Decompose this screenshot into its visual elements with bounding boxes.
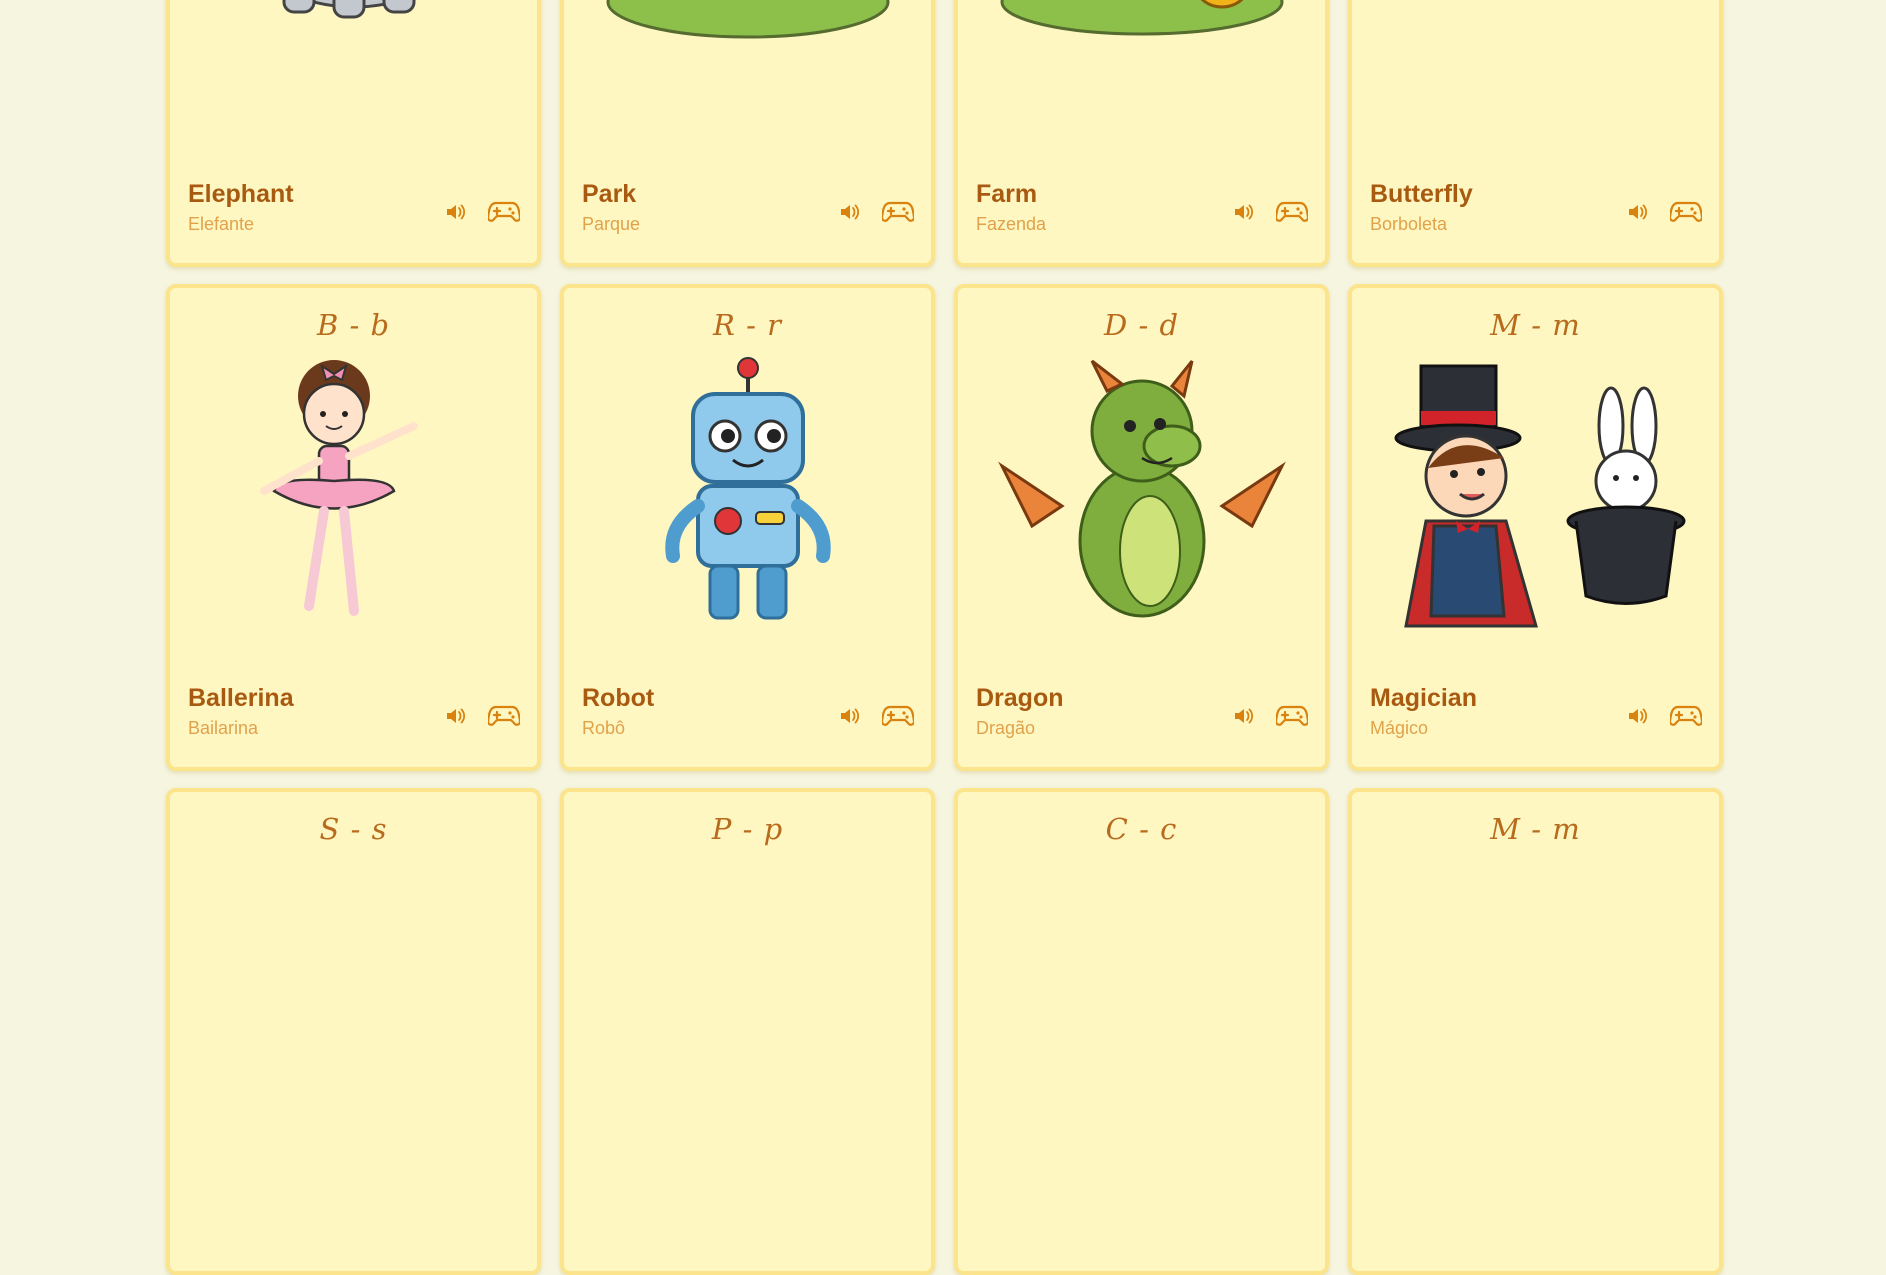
card-translation: Parque: [582, 214, 641, 234]
card-actions: [1621, 702, 1703, 730]
card-translation: Borboleta: [1370, 214, 1448, 234]
word-card[interactable]: M - m: [1348, 788, 1723, 1275]
card-title: Dragon: [976, 684, 1064, 712]
card-actions: [1621, 198, 1703, 226]
magician-illustration: [1386, 356, 1686, 636]
card-translation: Mágico: [1370, 718, 1429, 738]
gamepad-icon[interactable]: [487, 702, 521, 730]
word-card[interactable]: C - c: [954, 788, 1329, 1275]
card-title: Magician: [1370, 684, 1477, 712]
card-translation: Robô: [582, 718, 626, 738]
speaker-icon[interactable]: [1621, 702, 1655, 730]
letter-heading: S - s: [319, 812, 388, 846]
letter-heading: D - d: [1103, 308, 1180, 342]
letter-heading: B - b: [316, 308, 391, 342]
letter-heading: M - m: [1490, 812, 1581, 846]
card-actions: [439, 198, 521, 226]
word-card[interactable]: B - b Ballerina Bailarina: [166, 284, 541, 771]
card-actions: [833, 198, 915, 226]
ballerina-illustration: [204, 356, 504, 636]
speaker-icon[interactable]: [833, 702, 867, 730]
gamepad-icon[interactable]: [1669, 702, 1703, 730]
word-card[interactable]: S - s: [166, 788, 541, 1275]
card-actions: [833, 702, 915, 730]
card-title: Butterfly: [1370, 180, 1473, 208]
card-actions: [1227, 198, 1309, 226]
gamepad-icon[interactable]: [1669, 198, 1703, 226]
farm-illustration: [992, 0, 1292, 132]
speaker-icon[interactable]: [1621, 198, 1655, 226]
word-card[interactable]: P - p: [560, 788, 935, 1275]
speaker-icon[interactable]: [833, 198, 867, 226]
gamepad-icon[interactable]: [881, 702, 915, 730]
word-card[interactable]: M - m Magician Mágico: [1348, 284, 1723, 771]
speaker-icon[interactable]: [1227, 702, 1261, 730]
letter-heading: M - m: [1490, 308, 1581, 342]
elephant-illustration: [204, 0, 504, 132]
dragon-illustration: [992, 356, 1292, 636]
word-card[interactable]: Elephant Elefante: [166, 0, 541, 267]
word-card[interactable]: Park Parque: [560, 0, 935, 267]
card-title: Park: [582, 180, 637, 208]
gamepad-icon[interactable]: [1275, 702, 1309, 730]
gamepad-icon[interactable]: [1275, 198, 1309, 226]
letter-heading: P - p: [711, 812, 784, 846]
letter-heading: C - c: [1105, 812, 1178, 846]
speaker-icon[interactable]: [1227, 198, 1261, 226]
word-card[interactable]: R - r Robot Robô: [560, 284, 935, 771]
speaker-icon[interactable]: [439, 702, 473, 730]
butterfly-illustration: [1386, 0, 1686, 132]
gamepad-icon[interactable]: [487, 198, 521, 226]
card-title: Elephant: [188, 180, 294, 208]
robot-illustration: [598, 356, 898, 636]
card-actions: [1227, 702, 1309, 730]
card-translation: Bailarina: [188, 718, 259, 738]
card-title: Farm: [976, 180, 1038, 208]
word-card-grid: Elephant Elefante Park Parque Farm Fazenda …: [166, 0, 1723, 1275]
card-translation: Fazenda: [976, 214, 1047, 234]
speaker-icon[interactable]: [439, 198, 473, 226]
card-title: Robot: [582, 684, 655, 712]
letter-heading: R - r: [713, 308, 782, 342]
word-card[interactable]: Farm Fazenda: [954, 0, 1329, 267]
word-card[interactable]: Butterfly Borboleta: [1348, 0, 1723, 267]
word-card[interactable]: D - d Dragon Dragão: [954, 284, 1329, 771]
card-translation: Elefante: [188, 214, 255, 234]
gamepad-icon[interactable]: [881, 198, 915, 226]
card-actions: [439, 702, 521, 730]
park-illustration: [598, 0, 898, 132]
card-title: Ballerina: [188, 684, 294, 712]
card-translation: Dragão: [976, 718, 1036, 738]
